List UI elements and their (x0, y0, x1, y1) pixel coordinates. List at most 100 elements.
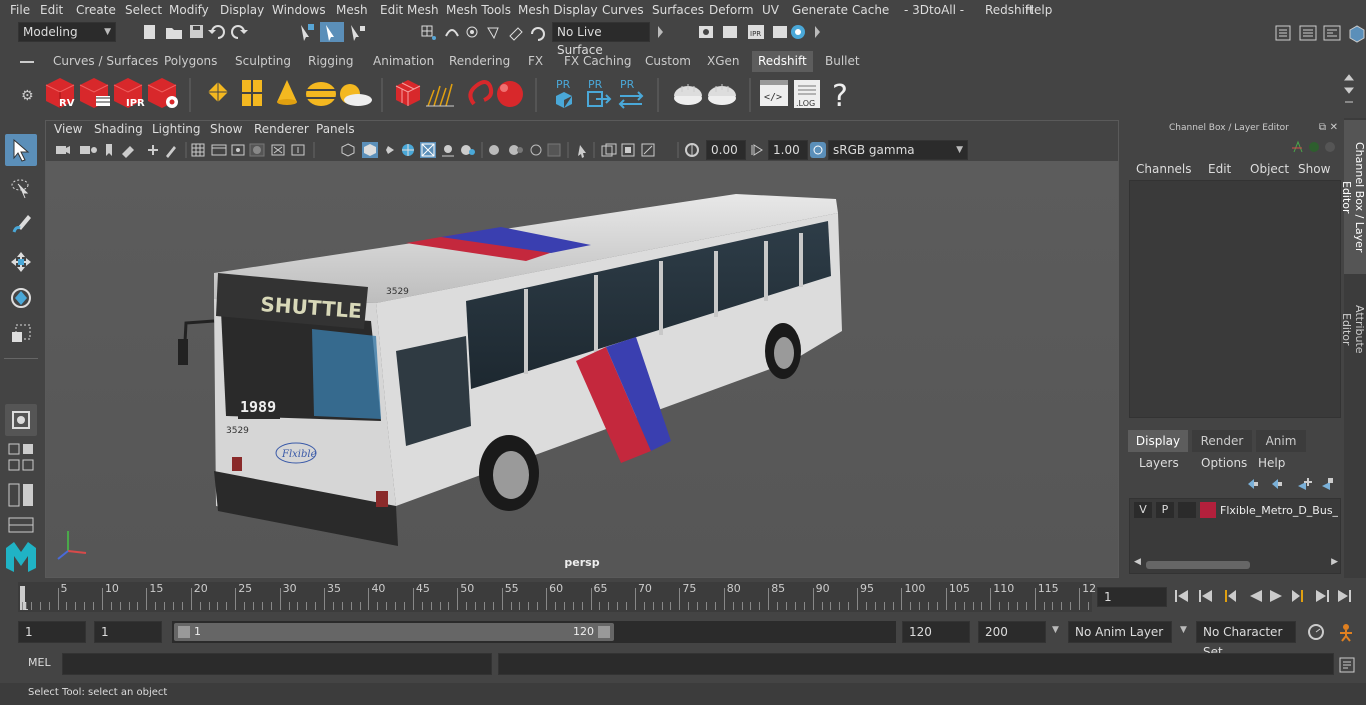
menu-deform[interactable]: Deform (703, 0, 760, 20)
xray-active-components-icon[interactable] (621, 143, 635, 157)
gamma-field[interactable]: 1.00 (768, 140, 808, 160)
undo-icon[interactable] (208, 25, 225, 39)
layer-tab-render[interactable]: Render (1192, 430, 1252, 452)
channel-box-icon[interactable] (1349, 25, 1365, 43)
redshift-light-icon[interactable] (242, 80, 262, 106)
select-by-hierarchy-icon[interactable] (301, 24, 314, 41)
menu-file[interactable]: File (4, 0, 36, 20)
character-set-dropdown[interactable]: No Character Set (1196, 621, 1296, 659)
layer-menu-help[interactable]: Help (1258, 456, 1285, 470)
layer-type-toggle[interactable] (1178, 502, 1196, 518)
snap-view-icon[interactable] (487, 27, 499, 40)
settings-icon[interactable] (1325, 142, 1335, 152)
menu-edit-mesh[interactable]: Edit Mesh (374, 0, 445, 20)
scroll-right-icon[interactable]: ▶ (1331, 557, 1338, 567)
anim-layer-dropdown[interactable]: No Anim Layer (1068, 621, 1172, 643)
panel-menu-lighting[interactable]: Lighting (152, 122, 201, 136)
four-panel-layout-icon[interactable] (8, 443, 33, 455)
render-view-icon[interactable] (773, 26, 787, 38)
material-pie-icon[interactable] (708, 84, 736, 105)
script-editor-icon[interactable] (1339, 657, 1355, 673)
layer-name[interactable]: Flxible_Metro_D_Bus_S (1220, 504, 1338, 517)
isolate-select-icon[interactable] (578, 145, 586, 158)
panel-menu-shading[interactable]: Shading (94, 122, 143, 136)
safe-action-icon[interactable] (291, 144, 305, 156)
menu-select[interactable]: Select (119, 0, 168, 20)
pr-proxy-swap-icon[interactable]: PR (618, 78, 644, 109)
shelf-scroll[interactable] (1344, 72, 1354, 112)
gamma-icon[interactable] (750, 142, 766, 158)
menu-cache[interactable]: Cache (846, 0, 895, 20)
script-editor-icon[interactable]: </> (760, 80, 788, 106)
render-settings-icon[interactable]: IPR (748, 25, 764, 39)
move-layer-up-icon[interactable] (1248, 479, 1258, 489)
snap-point-icon[interactable] (466, 26, 478, 38)
paint-select-tool[interactable] (5, 208, 37, 240)
wireframe-icon[interactable] (341, 143, 355, 157)
menu-surfaces[interactable]: Surfaces (646, 0, 710, 20)
tab-rigging[interactable]: Rigging (302, 51, 359, 72)
tab-curves-surfaces[interactable]: Curves / Surfaces (47, 51, 164, 72)
textured-icon[interactable] (402, 144, 414, 156)
close-icon[interactable]: ✕ (1330, 118, 1338, 138)
menu-mesh-tools[interactable]: Mesh Tools (440, 0, 517, 20)
camera-attributes-icon[interactable] (80, 146, 97, 154)
pr-proxy-export-icon[interactable]: PR (556, 78, 572, 108)
film-gate-icon[interactable] (211, 144, 227, 156)
tab-custom[interactable]: Custom (639, 51, 697, 72)
snap-surface-icon[interactable] (509, 27, 523, 41)
redshift-ipr-icon[interactable]: IPR (113, 78, 145, 109)
image-plane-icon[interactable] (122, 146, 134, 158)
panel-menu-panels[interactable]: Panels (316, 122, 355, 136)
command-language-label[interactable]: MEL (28, 656, 51, 669)
range-bar-handle[interactable]: 1 120 (174, 623, 614, 641)
rotate-tool[interactable] (5, 282, 37, 314)
anti-aliasing-icon[interactable] (489, 145, 499, 155)
chevron-down-icon[interactable]: ▼ (1052, 625, 1059, 635)
tab-polygons[interactable]: Polygons (158, 51, 223, 72)
ipr-render-icon[interactable] (723, 26, 737, 38)
bookmark-icon[interactable] (106, 144, 112, 156)
color-management-icon[interactable] (810, 142, 826, 158)
select-tool[interactable] (5, 134, 37, 166)
open-scene-icon[interactable] (166, 28, 182, 39)
layer-row[interactable]: V P Flxible_Metro_D_Bus_S (1134, 501, 1338, 519)
pr-proxy-import-icon[interactable]: PR (587, 78, 612, 107)
layer-visibility-toggle[interactable]: V (1134, 502, 1152, 518)
last-tool[interactable] (5, 404, 37, 436)
attribute-editor-icon[interactable] (1299, 25, 1317, 41)
tab-rendering[interactable]: Rendering (443, 51, 516, 72)
step-back-frame-icon[interactable] (1225, 590, 1236, 602)
tab-sculpting[interactable]: Sculpting (229, 51, 297, 72)
step-forward-frame-icon[interactable] (1292, 590, 1303, 602)
two-panel-layout-icon[interactable] (8, 459, 34, 471)
menu-modify[interactable]: Modify (163, 0, 215, 20)
redshift-mesh-icon[interactable] (395, 80, 421, 106)
live-surface-field[interactable]: No Live Surface (552, 22, 650, 57)
auto-key-icon[interactable] (1308, 624, 1324, 640)
depth-of-field-icon[interactable] (509, 145, 523, 155)
layer-menu-options[interactable]: Options (1201, 456, 1247, 470)
layer-tab-display[interactable]: Display (1128, 430, 1188, 452)
command-input[interactable] (62, 653, 492, 675)
channel-menu-show[interactable]: Show (1298, 162, 1330, 176)
field-chart-icon[interactable] (271, 144, 285, 156)
scroll-left-icon[interactable]: ◀ (1134, 557, 1141, 567)
move-tool[interactable] (5, 246, 37, 278)
tab-fx[interactable]: FX (522, 51, 549, 72)
snap-curve-icon[interactable] (445, 29, 459, 37)
grid-icon[interactable] (191, 143, 205, 157)
material-ball-icon[interactable] (674, 84, 702, 105)
tab-channel-box[interactable]: Channel Box / Layer Editor (1340, 120, 1366, 274)
new-layer-icon[interactable] (1298, 478, 1312, 490)
layer-hscrollbar[interactable]: ◀ ▶ (1134, 557, 1338, 571)
select-by-object-active[interactable] (320, 22, 344, 42)
tab-fx-caching[interactable]: FX Caching (558, 51, 637, 72)
select-by-component-icon[interactable] (351, 25, 365, 41)
render-frame-icon[interactable] (699, 26, 713, 38)
redshift-render-view-icon[interactable]: RV (45, 78, 75, 109)
tab-attribute-editor[interactable]: Attribute Editor (1340, 284, 1366, 374)
3d-viewport[interactable]: SHUTTLE 3529 1989 3529 Flxible persp (46, 161, 1118, 577)
go-to-start-icon[interactable] (1175, 590, 1188, 602)
ambient-occlusion-icon[interactable] (461, 145, 475, 155)
